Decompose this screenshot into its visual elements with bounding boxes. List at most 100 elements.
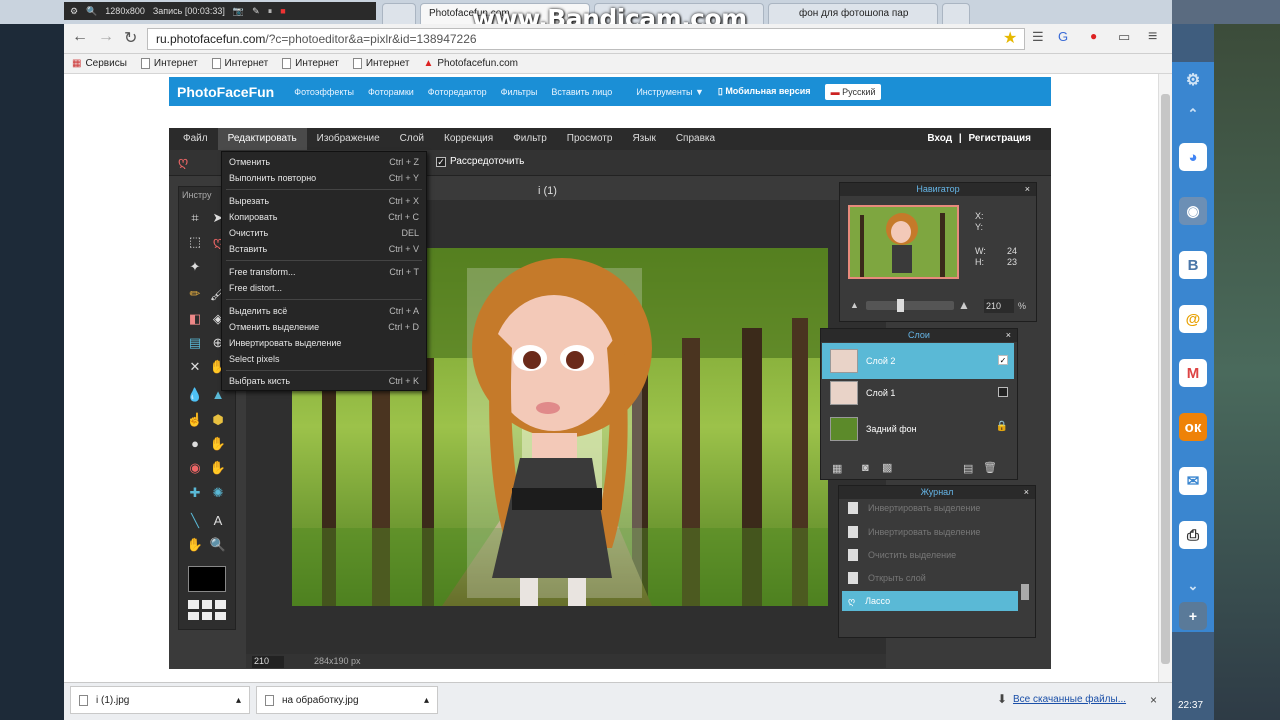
adblock-icon[interactable]: ● — [1090, 29, 1097, 43]
forward-arrow-icon[interactable]: → — [98, 28, 114, 46]
type-icon[interactable]: A — [208, 511, 228, 531]
menu-item-redo[interactable]: Выполнить повторно Ctrl + Y — [229, 173, 419, 183]
new-layer-icon[interactable]: ▤ — [963, 462, 973, 475]
hand-icon[interactable]: ✋ — [185, 535, 205, 555]
nav-tools[interactable]: Инструменты ▼ — [636, 87, 704, 97]
menu-item-copy[interactable]: Копировать Ctrl + C — [229, 212, 419, 222]
menu-item-cut[interactable]: Вырезать Ctrl + X — [229, 196, 419, 206]
spot-heal-icon[interactable]: ✕ — [185, 357, 205, 377]
layer-item[interactable]: Слой 1 — [822, 375, 1014, 411]
menu-layer[interactable]: Слой — [390, 128, 434, 150]
drawing-icon[interactable]: ✺ — [208, 483, 228, 503]
add-icon[interactable]: + — [1179, 602, 1207, 630]
gradient-icon[interactable]: ▤ — [185, 333, 205, 353]
bookmark-internet-1[interactable]: Интернет — [140, 58, 198, 69]
camera-icon[interactable]: 📷 — [233, 6, 244, 17]
menu-image[interactable]: Изображение — [307, 128, 390, 150]
menu-language[interactable]: Язык — [622, 128, 665, 150]
feather-option[interactable]: ✓ Рассредоточить — [436, 156, 524, 167]
layer-settings-icon[interactable]: ▦ — [832, 462, 842, 475]
lasso-icon[interactable]: ღ — [178, 154, 188, 170]
menu-item-deselect[interactable]: Отменить выделение Ctrl + D — [229, 322, 419, 332]
menu-item-free-distort[interactable]: Free distort... — [229, 283, 419, 293]
inbox-icon[interactable]: ⎙ — [1179, 521, 1207, 549]
close-icon[interactable]: × — [1024, 486, 1029, 499]
crop-icon[interactable]: ⌗ — [185, 208, 205, 228]
layer-mask-icon[interactable]: ◙ — [862, 462, 869, 474]
menu-item-select-pixels[interactable]: Select pixels — [229, 354, 419, 364]
nav-mobile[interactable]: ▯ Мобильная версия — [718, 86, 811, 97]
smudge-icon[interactable]: ☝ — [185, 410, 205, 430]
menu-filter[interactable]: Фильтр — [503, 128, 557, 150]
layer-item[interactable]: Задний фон 🔒 — [822, 411, 1014, 447]
scroll-thumb[interactable] — [1161, 94, 1170, 664]
feather-checkbox[interactable]: ✓ — [436, 156, 446, 167]
menu-item-select-all[interactable]: Выделить всё Ctrl + A — [229, 306, 419, 316]
history-scroll-thumb[interactable] — [1021, 584, 1029, 600]
history-item[interactable]: Очистить выделение — [848, 545, 1018, 565]
history-item-current[interactable]: ღ Лассо — [842, 591, 1018, 611]
menu-view[interactable]: Просмотр — [557, 128, 623, 150]
star-icon[interactable]: ★ — [1003, 28, 1017, 48]
translate-icon[interactable]: G — [1058, 29, 1068, 44]
foreground-color-swatch[interactable] — [188, 566, 226, 592]
zoom-slider[interactable] — [866, 301, 954, 310]
zoom-field[interactable]: 210 — [252, 656, 284, 668]
settings-icon[interactable]: ⚙ — [1179, 66, 1207, 94]
grid-icon[interactable] — [188, 600, 226, 620]
address-bar[interactable]: ru.photofacefun.com/?c=photoeditor&a=pix… — [147, 28, 1025, 50]
register-link[interactable]: Регистрация — [968, 133, 1031, 144]
zoom-icon[interactable]: 🔍 — [208, 535, 228, 555]
extension-icon[interactable]: ☰ — [1032, 29, 1044, 45]
menu-icon[interactable]: ≡ — [1148, 28, 1157, 46]
vk-icon[interactable]: B — [1179, 251, 1207, 279]
login-link[interactable]: Вход — [927, 133, 952, 144]
bookmark-internet-2[interactable]: Интернет — [211, 58, 268, 69]
history-item[interactable]: Инвертировать выделение — [848, 498, 1018, 518]
chevron-down-icon[interactable]: ▴ — [236, 695, 241, 706]
blur-icon[interactable]: 💧 — [185, 385, 205, 405]
nav-photo-effects[interactable]: Фотоэффекты — [294, 87, 354, 97]
back-arrow-icon[interactable]: ← — [72, 28, 88, 46]
chevron-down-icon[interactable]: ▴ — [424, 695, 429, 706]
chevron-up-icon[interactable]: ⌃ — [1179, 100, 1207, 128]
layer-item[interactable]: Слой 2 ✓ — [822, 343, 1014, 379]
layer-visibility-checkbox[interactable] — [998, 387, 1008, 397]
close-icon[interactable]: × — [1006, 329, 1011, 342]
menu-item-invert-selection[interactable]: Инвертировать выделение — [229, 338, 419, 348]
pencil-tool-icon[interactable]: ✏ — [185, 284, 205, 304]
pause-icon[interactable]: ⏸ — [268, 6, 273, 17]
download-item[interactable]: i (1).jpg ▴ — [70, 686, 250, 714]
redeye-icon[interactable]: ◉ — [185, 458, 205, 478]
eyedropper-icon[interactable]: ╲ — [185, 511, 205, 531]
layer-visibility-checkbox[interactable]: ✓ — [998, 355, 1008, 365]
history-item[interactable]: Открыть слой — [848, 568, 1018, 588]
gmail-icon[interactable]: M — [1179, 359, 1207, 387]
wand-icon[interactable]: ✦ — [185, 257, 205, 277]
new-tab-button[interactable] — [942, 3, 970, 24]
menu-file[interactable]: Файл — [169, 128, 218, 150]
nav-frames[interactable]: Фоторамки — [368, 87, 414, 97]
zoom-out-icon[interactable]: ▲ — [850, 300, 859, 310]
bookmark-photofacefun[interactable]: ▲ Photofacefun.com — [423, 58, 518, 69]
reload-icon[interactable]: ↻ — [124, 28, 137, 48]
zoom-slider-knob[interactable] — [897, 299, 904, 312]
mail-icon[interactable]: ✉ — [1179, 467, 1207, 495]
zoom-in-icon[interactable]: ▲ — [958, 298, 970, 312]
language-selector[interactable]: ▬ Русский — [824, 83, 882, 100]
close-icon[interactable]: × — [1150, 693, 1157, 707]
eraser-icon[interactable]: ◧ — [185, 309, 205, 329]
pinch-icon[interactable]: ✋ — [208, 458, 228, 478]
bookmark-services[interactable]: ▦ Сервисы — [72, 58, 127, 69]
chat-icon[interactable]: ▭ — [1118, 29, 1130, 45]
menu-item-clear[interactable]: Очистить DEL — [229, 228, 419, 238]
nav-photo-editor[interactable]: Фоторедактор — [428, 87, 487, 97]
gear-icon[interactable]: ⚙ — [70, 6, 78, 17]
menu-edit[interactable]: Редактировать — [217, 128, 307, 150]
app-icon[interactable]: ◉ — [1179, 197, 1207, 225]
odnoklassniki-icon[interactable]: ок — [1179, 413, 1207, 441]
bloat-icon[interactable]: ✚ — [185, 483, 205, 503]
bookmark-internet-4[interactable]: Интернет — [352, 58, 409, 69]
all-downloads-link[interactable]: Все скачанные файлы... — [1013, 694, 1126, 705]
menu-adjustment[interactable]: Коррекция — [434, 128, 503, 150]
